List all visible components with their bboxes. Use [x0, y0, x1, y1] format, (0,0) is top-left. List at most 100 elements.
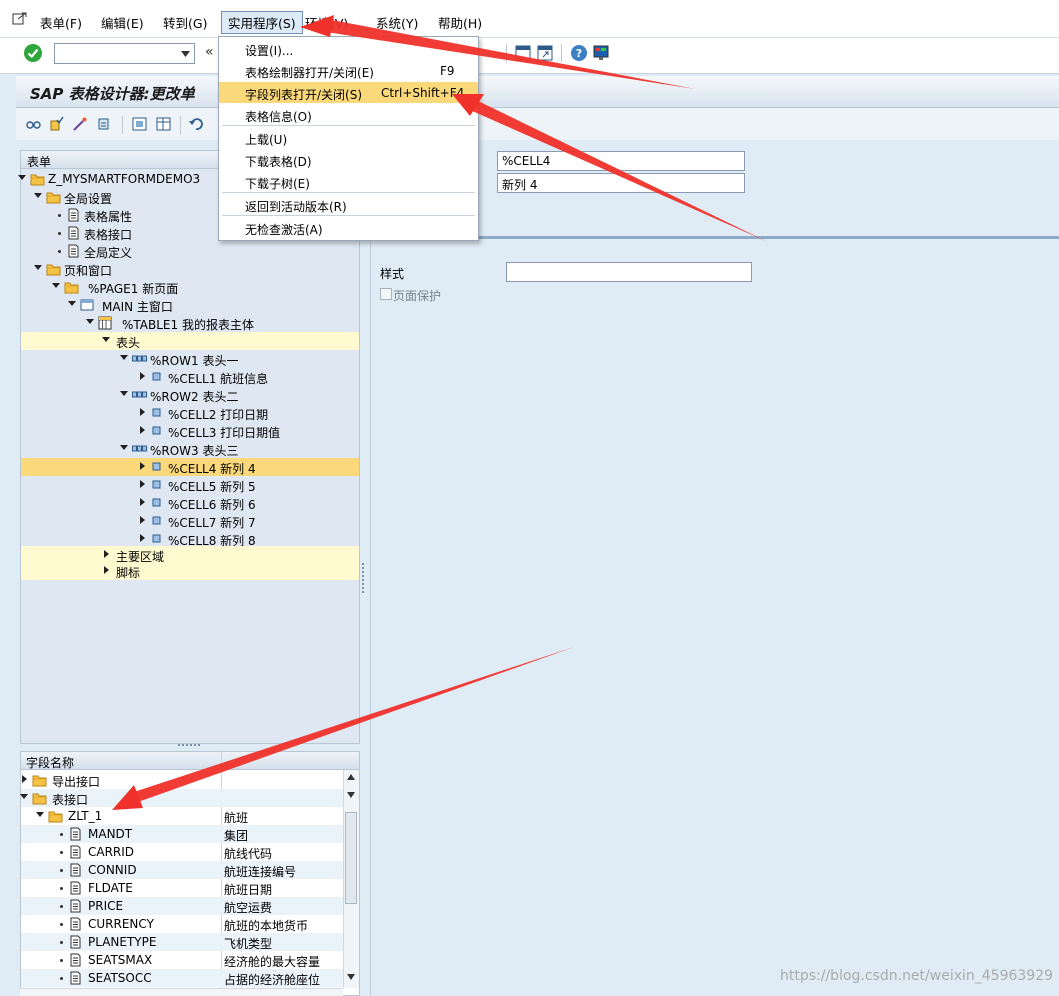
dropdown-menu-item[interactable]: 下载子树(E)	[219, 171, 478, 192]
expand-right-icon[interactable]	[140, 498, 145, 506]
expand-right-icon[interactable]	[22, 775, 27, 783]
dropdown-menu-item[interactable]: 无检查激活(A)	[219, 217, 478, 238]
command-field[interactable]	[54, 43, 195, 64]
tree-node[interactable]: 页和窗口	[21, 260, 359, 278]
field-list-row[interactable]: 导出接口	[21, 771, 343, 789]
menu-form[interactable]: 表单(F)	[40, 13, 82, 32]
tree-node[interactable]: %ROW3 表头三	[21, 440, 359, 458]
tree-node[interactable]: %CELL3 打印日期值	[21, 422, 359, 440]
table-painter-icon[interactable]	[155, 116, 172, 132]
expand-down-icon[interactable]	[34, 265, 42, 270]
field-list-row[interactable]: SEATSMAX 经济舱的最大容量	[21, 951, 343, 969]
field-name: CONNID	[88, 863, 137, 877]
expand-right-icon[interactable]	[140, 462, 145, 470]
scrollbar-thumb[interactable]	[345, 812, 357, 904]
page-protect-checkbox[interactable]	[380, 288, 392, 300]
scroll-down-icon[interactable]	[347, 792, 355, 798]
dropdown-menu-item[interactable]: 表格绘制器打开/关闭(E) F9	[219, 60, 478, 81]
tree-node[interactable]: %CELL7 新列 7	[21, 512, 359, 530]
menu-utilities[interactable]: 实用程序(S)	[221, 11, 303, 34]
menu-help[interactable]: 帮助(H)	[438, 13, 482, 32]
tree-node[interactable]: %ROW2 表头二	[21, 386, 359, 404]
dropdown-menu-item[interactable]: 下载表格(D)	[219, 149, 478, 170]
enter-check-icon[interactable]	[24, 44, 42, 62]
field-list-row[interactable]: PRICE 航空运费	[21, 897, 343, 915]
field-list-row[interactable]: CONNID 航班连接编号	[21, 861, 343, 879]
menu-environment[interactable]: 环境(V)	[305, 13, 348, 32]
new-window-icon[interactable]	[514, 44, 532, 62]
activate-icon[interactable]	[72, 116, 89, 132]
node-name-field[interactable]: %CELL4	[497, 151, 745, 171]
expand-down-icon[interactable]	[102, 337, 110, 342]
expand-down-icon[interactable]	[120, 355, 128, 360]
tree-node[interactable]: %TABLE1 我的报表主体	[21, 314, 359, 332]
expand-right-icon[interactable]	[104, 550, 109, 558]
style-field[interactable]	[506, 262, 752, 282]
field-name-column-header[interactable]: 字段名称	[26, 754, 74, 771]
expand-right-icon[interactable]	[140, 480, 145, 488]
field-list-row[interactable]: CURRENCY 航班的本地货币	[21, 915, 343, 933]
horizontal-splitter[interactable]	[178, 744, 200, 748]
scroll-down-icon[interactable]	[347, 974, 355, 980]
dropdown-menu-item[interactable]: 表格信息(O)	[219, 104, 478, 125]
menu-edit[interactable]: 编辑(E)	[101, 13, 144, 32]
menu-goto[interactable]: 转到(G)	[163, 13, 207, 32]
tree-node[interactable]: %CELL4 新列 4	[21, 458, 359, 476]
svg-text:?: ?	[576, 47, 582, 60]
vertical-splitter[interactable]	[362, 563, 365, 593]
field-list-row[interactable]: MANDT 集团	[21, 825, 343, 843]
expand-down-icon[interactable]	[34, 193, 42, 198]
expand-right-icon[interactable]	[140, 426, 145, 434]
expand-down-icon[interactable]	[120, 445, 128, 450]
expand-right-icon[interactable]	[104, 566, 109, 574]
document-icon	[70, 953, 81, 967]
expand-down-icon[interactable]	[20, 794, 28, 799]
menu-system[interactable]: 系统(Y)	[376, 13, 418, 32]
field-list-row[interactable]: SEATSOCC 占据的经济舱座位	[21, 969, 343, 987]
tree-node[interactable]: 全局定义	[21, 242, 359, 260]
help-icon[interactable]: ?	[570, 44, 588, 62]
shortcut-icon[interactable]	[536, 44, 554, 62]
dropdown-menu-item[interactable]: 设置(I)...	[219, 38, 478, 59]
field-list-row[interactable]: FLDATE 航班日期	[21, 879, 343, 897]
dropdown-menu-item[interactable]: 返回到活动版本(R)	[219, 194, 478, 215]
field-list-row[interactable]: ZLT_1 航班	[21, 807, 343, 825]
dropdown-menu-item[interactable]: 字段列表打开/关闭(S) Ctrl+Shift+F4	[219, 82, 478, 103]
field-list-horizontal-scrollbar[interactable]	[20, 988, 343, 996]
chevron-down-icon[interactable]	[177, 45, 193, 62]
check-icon[interactable]	[48, 116, 65, 132]
scroll-up-icon[interactable]	[347, 774, 355, 780]
glasses-display-icon[interactable]	[25, 116, 42, 132]
expand-right-icon[interactable]	[140, 534, 145, 542]
tree-node[interactable]: MAIN 主窗口	[21, 296, 359, 314]
expand-down-icon[interactable]	[120, 391, 128, 396]
customize-layout-icon[interactable]	[592, 44, 610, 62]
collapse-toolbar-button[interactable]: «	[205, 44, 214, 60]
expand-down-icon[interactable]	[68, 301, 76, 306]
tree-node[interactable]: %CELL5 新列 5	[21, 476, 359, 494]
tree-node[interactable]: %CELL2 打印日期	[21, 404, 359, 422]
form-painter-icon[interactable]	[131, 116, 148, 132]
node-description-field[interactable]: 新列 4	[497, 173, 745, 193]
tree-node[interactable]: %CELL6 新列 6	[21, 494, 359, 512]
tree-node[interactable]: 脚标	[21, 562, 359, 580]
expand-right-icon[interactable]	[140, 372, 145, 380]
tree-node[interactable]: %ROW1 表头一	[21, 350, 359, 368]
dropdown-menu-item[interactable]: 上载(U)	[219, 127, 478, 148]
tree-node[interactable]: 表头	[21, 332, 359, 350]
expand-down-icon[interactable]	[86, 319, 94, 324]
field-name: PLANETYPE	[88, 935, 157, 949]
field-list-row[interactable]: CARRID 航线代码	[21, 843, 343, 861]
field-list-row[interactable]: 表接口	[20, 789, 343, 807]
menu-export-icon[interactable]	[12, 12, 28, 26]
expand-right-icon[interactable]	[140, 408, 145, 416]
test-icon[interactable]	[96, 116, 113, 132]
expand-down-icon[interactable]	[18, 175, 26, 180]
undo-icon[interactable]	[188, 116, 205, 132]
tree-node[interactable]: %CELL1 航班信息	[21, 368, 359, 386]
expand-down-icon[interactable]	[52, 283, 60, 288]
expand-down-icon[interactable]	[36, 812, 44, 817]
tree-node[interactable]: %PAGE1 新页面	[21, 278, 359, 296]
field-list-row[interactable]: PLANETYPE 飞机类型	[21, 933, 343, 951]
expand-right-icon[interactable]	[140, 516, 145, 524]
